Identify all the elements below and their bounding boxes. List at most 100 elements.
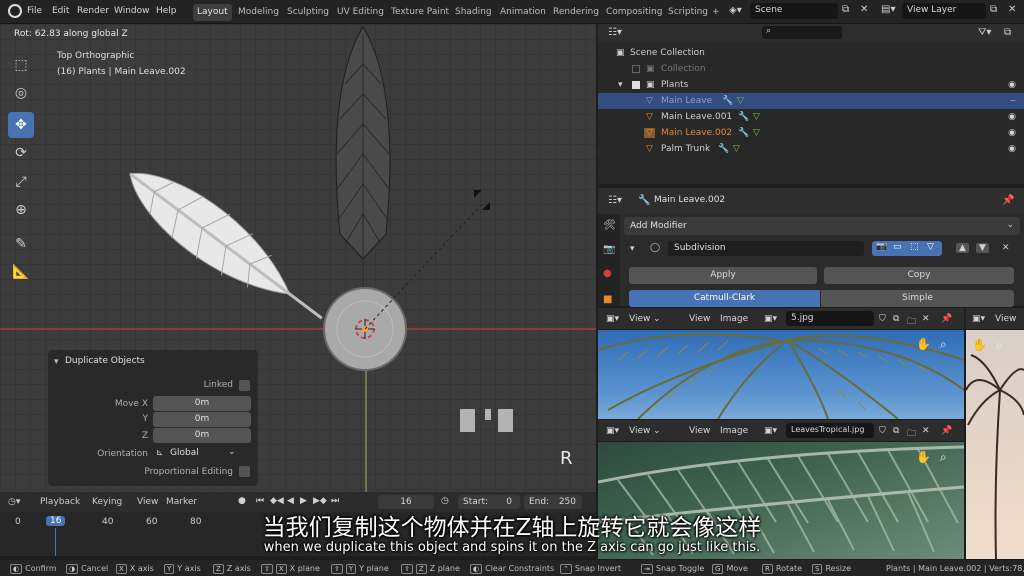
mesh-data-icon[interactable]: ▽ [733, 144, 740, 154]
scene-icon[interactable]: ◈▾ [729, 5, 742, 16]
clock-icon[interactable]: ◷ [441, 496, 449, 506]
display-mode-icon[interactable]: ☷▾ [608, 27, 622, 38]
tab-compositing[interactable]: Compositing [602, 4, 666, 21]
outliner-search-input[interactable]: ⌕ [762, 26, 842, 39]
panel-collapse-icon[interactable]: ▾ [54, 357, 59, 367]
eye-icon[interactable]: ◉ [1008, 128, 1016, 138]
tab-shading[interactable]: Shading [451, 4, 496, 21]
image-editor-1[interactable]: ▣▾ View ⌄ View Image ▣▾ 5.jpg ⛉ ⧉ 🗀 ✕ 📌 … [598, 308, 964, 419]
pin-icon[interactable]: 📌 [941, 314, 952, 324]
image-menu[interactable]: Image [720, 314, 748, 324]
menu-help[interactable]: Help [156, 6, 177, 16]
image-name-field[interactable]: 5.jpg [786, 311, 874, 326]
filter-icon[interactable]: ⛛▾ [978, 27, 991, 38]
move-up-icon[interactable]: ▲ [956, 243, 969, 253]
scene-tab-icon[interactable]: ● [603, 268, 612, 279]
open-icon[interactable]: 🗀 [907, 426, 916, 442]
image-menu[interactable]: Image [720, 426, 748, 436]
tab-texture-paint[interactable]: Texture Paint [387, 4, 453, 21]
close-icon[interactable]: ✕ [922, 426, 930, 436]
duplicate-icon[interactable]: ⧉ [893, 314, 899, 324]
render-tab-icon[interactable]: 📷 [603, 244, 615, 255]
playback-menu[interactable]: Playback [40, 497, 80, 507]
tool-tab-icon[interactable]: 🛠 [603, 220, 616, 231]
view-menu[interactable]: View [629, 314, 650, 324]
hand-pan-icon[interactable]: ✋ [916, 337, 931, 351]
hand-pan-icon[interactable]: ✋ [916, 450, 931, 464]
view-chevron-icon[interactable]: ⌄ [653, 426, 661, 436]
jump-start-icon[interactable]: ⏮ [256, 496, 264, 506]
zoom-icon[interactable]: ⌕ [996, 338, 1003, 353]
editor-type-icon[interactable]: ▣▾ [972, 314, 985, 324]
modifier-collapse-icon[interactable]: ▾ [630, 244, 635, 254]
expand-icon[interactable]: ▾ [618, 80, 623, 90]
fake-user-icon[interactable]: ⛉ [879, 314, 886, 324]
menu-edit[interactable]: Edit [52, 6, 69, 16]
new-view-layer-icon[interactable]: ⧉ [990, 4, 997, 15]
editor-type-icon[interactable]: ▣▾ [606, 426, 619, 436]
properties-type-icon[interactable]: ☷▾ [608, 195, 622, 206]
image-name-field[interactable]: LeavesTropical.jpg [786, 423, 874, 438]
tab-rendering[interactable]: Rendering [549, 4, 603, 21]
record-icon[interactable]: ● [238, 496, 246, 506]
next-keyframe-icon[interactable]: ▶◆ [313, 496, 327, 506]
editor-type-icon[interactable]: ▣▾ [606, 314, 619, 324]
keying-menu[interactable]: Keying [92, 497, 122, 507]
tab-sculpting[interactable]: Sculpting [283, 4, 333, 21]
editmode-toggle-icon[interactable]: ⬚ [910, 242, 919, 252]
scene-field[interactable]: Scene [750, 3, 838, 19]
hidden-eye-icon[interactable]: ⌣ [1010, 96, 1016, 106]
outliner-row-main-leave-002[interactable]: ▽ Main Leave.002 🔧 ▽ ◉ [598, 125, 1024, 141]
blender-logo-icon[interactable] [8, 4, 22, 18]
catmull-clark-button[interactable]: Catmull-Clark [629, 290, 820, 307]
prev-keyframe-icon[interactable]: ◆◀ [270, 496, 284, 506]
copy-button[interactable]: Copy [824, 267, 1014, 284]
wrench-icon[interactable]: 🔧 [738, 128, 749, 138]
view-menu[interactable]: View [995, 314, 1016, 324]
mesh-data-icon[interactable]: ▽ [753, 128, 760, 138]
move-x-field[interactable]: 0m [153, 396, 251, 411]
outliner-row-scene-collection[interactable]: ▣ Scene Collection [598, 45, 1024, 61]
end-frame-field[interactable]: End: 250 [524, 495, 582, 509]
duplicate-objects-panel[interactable]: ▾ Duplicate Objects Linked Move X 0m Y 0… [48, 350, 258, 486]
tab-modeling[interactable]: Modeling [234, 4, 283, 21]
marker-menu[interactable]: Marker [166, 497, 197, 507]
eye-icon[interactable]: ◉ [1008, 112, 1016, 122]
hand-pan-icon[interactable]: ✋ [972, 338, 987, 352]
close-icon[interactable]: ✕ [922, 314, 930, 324]
render-toggle-icon[interactable]: 📷 [876, 242, 887, 252]
timeline-type-icon[interactable]: ◷▾ [8, 497, 20, 507]
eye-icon[interactable]: ◉ [1008, 144, 1016, 154]
menu-file[interactable]: File [27, 6, 42, 16]
view-menu-2[interactable]: View [689, 426, 710, 436]
properties-editor[interactable]: ☷▾ 🔧 Main Leave.002 📌 🛠 📷 ● ■ Add Modifi… [598, 188, 1024, 307]
outliner[interactable]: ☷▾ ⌕ ⛛▾ ⧉ ▣ Scene Collection ▣ Collectio… [598, 24, 1024, 184]
wrench-icon[interactable]: 🔧 [718, 144, 729, 154]
add-workspace-button[interactable]: + [708, 4, 724, 21]
view-layer-icon[interactable]: ▤▾ [881, 4, 895, 15]
delete-view-layer-icon[interactable]: ✕ [1008, 4, 1016, 15]
view-layer-field[interactable]: View Layer [902, 3, 986, 19]
modifier-name-field[interactable]: Subdivision [668, 241, 864, 256]
start-frame-field[interactable]: Start: 0 [458, 495, 520, 509]
outliner-row-collection[interactable]: ▣ Collection [598, 61, 1024, 77]
menu-window[interactable]: Window [114, 6, 150, 16]
image-browse-icon[interactable]: ▣▾ [764, 314, 777, 324]
view-menu-2[interactable]: View [689, 314, 710, 324]
linked-checkbox[interactable] [239, 380, 250, 391]
pin-icon[interactable]: 📌 [1002, 195, 1014, 206]
new-scene-icon[interactable]: ⧉ [842, 4, 849, 15]
include-checkbox[interactable] [632, 81, 640, 89]
viewport-toggle-icon[interactable]: ▭ [893, 242, 902, 252]
view-chevron-icon[interactable]: ⌄ [653, 314, 661, 324]
current-frame-field[interactable]: 16 [378, 495, 434, 509]
chevron-down-icon[interactable]: ⌄ [228, 447, 236, 457]
image-browse-icon[interactable]: ▣▾ [764, 426, 777, 436]
duplicate-icon[interactable]: ⧉ [893, 426, 899, 436]
wrench-icon[interactable]: 🔧 [738, 112, 749, 122]
jump-end-icon[interactable]: ⏭ [331, 496, 339, 506]
play-reverse-icon[interactable]: ◀ [287, 496, 294, 506]
outliner-row-main-leave[interactable]: ▽ Main Leave 🔧 ▽ ⌣ [598, 93, 1024, 109]
exclude-checkbox[interactable] [632, 65, 640, 73]
pin-icon[interactable]: 📌 [941, 426, 952, 436]
